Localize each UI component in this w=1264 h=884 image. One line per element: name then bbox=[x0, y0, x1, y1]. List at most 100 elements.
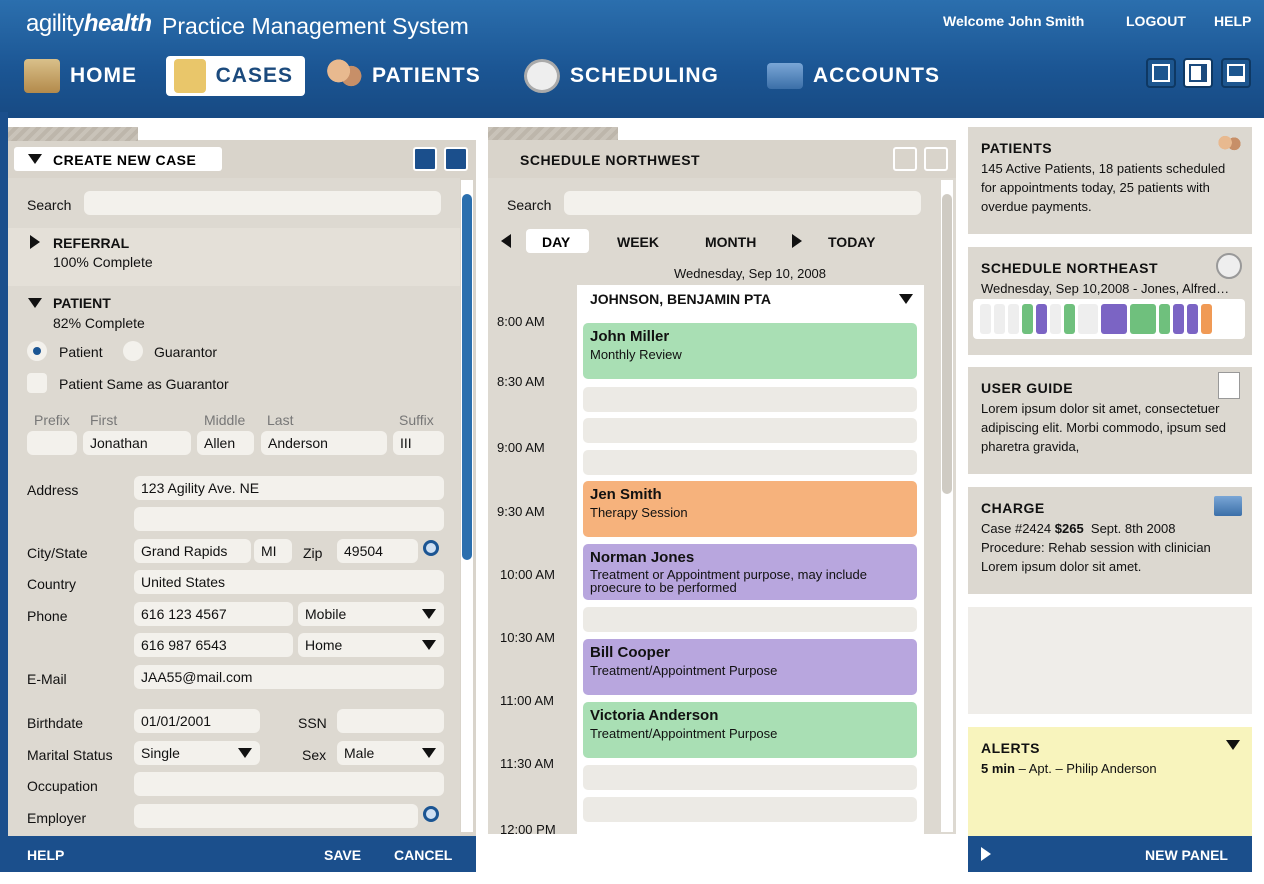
help-button[interactable]: HELP bbox=[27, 847, 64, 863]
empty-slot[interactable] bbox=[583, 450, 917, 475]
empty-slot[interactable] bbox=[583, 607, 917, 632]
charge-card[interactable]: CHARGE Case #2424 $265 Sept. 8th 2008 Pr… bbox=[968, 487, 1252, 594]
maximize-icon[interactable] bbox=[893, 147, 917, 171]
next-arrow-icon[interactable] bbox=[792, 234, 802, 248]
clock-icon bbox=[524, 59, 560, 93]
left-edge bbox=[0, 112, 8, 872]
schedule-northeast-card[interactable]: SCHEDULE NORTHEAST Wednesday, Sep 10,200… bbox=[968, 247, 1252, 355]
patient-radio[interactable] bbox=[27, 341, 47, 361]
employer-input[interactable] bbox=[134, 804, 418, 828]
time-label: 9:30 AM bbox=[497, 504, 545, 519]
nav-home[interactable]: HOME bbox=[24, 56, 137, 96]
nav-patients[interactable]: PATIENTS bbox=[326, 56, 481, 96]
zip-input[interactable]: 49504 bbox=[337, 539, 418, 563]
maximize-icon[interactable] bbox=[413, 147, 437, 171]
first-name-input[interactable]: Jonathan bbox=[83, 431, 191, 455]
last-name-input[interactable]: Anderson bbox=[261, 431, 387, 455]
prev-arrow-icon[interactable] bbox=[501, 234, 511, 248]
birthdate-label: Birthdate bbox=[27, 715, 84, 731]
middle-name-input[interactable]: Allen bbox=[197, 431, 254, 455]
logout-link[interactable]: LOGOUT bbox=[1126, 13, 1186, 29]
timeline-slot bbox=[1036, 304, 1047, 334]
time-label: 11:00 AM bbox=[500, 693, 554, 708]
city-input[interactable]: Grand Rapids bbox=[134, 539, 251, 563]
sex-select[interactable]: Male bbox=[337, 741, 444, 765]
appointment-card[interactable]: Bill Cooper Treatment/Appointment Purpose bbox=[583, 639, 917, 695]
panel-title-tab[interactable]: CREATE NEW CASE bbox=[14, 147, 222, 171]
nav-scheduling[interactable]: SCHEDULING bbox=[524, 56, 719, 96]
welcome-text: Welcome John Smith bbox=[943, 13, 1085, 29]
close-icon[interactable] bbox=[924, 147, 948, 171]
schedule-search-input[interactable] bbox=[564, 191, 921, 215]
appointment-card[interactable]: Victoria Anderson Treatment/Appointment P… bbox=[583, 702, 917, 758]
tab-week[interactable]: WEEK bbox=[617, 234, 659, 250]
appointment-card[interactable]: Norman Jones Treatment or Appointment pur… bbox=[583, 544, 917, 600]
time-label: 8:00 AM bbox=[497, 314, 545, 329]
help-link[interactable]: HELP bbox=[1214, 13, 1251, 29]
email-label: E-Mail bbox=[27, 671, 67, 687]
layout-single-button[interactable] bbox=[1146, 58, 1176, 88]
today-button[interactable]: TODAY bbox=[828, 234, 875, 250]
panel-tab bbox=[488, 127, 618, 141]
referral-status: 100% Complete bbox=[53, 254, 153, 270]
app-logo: agilityhealth bbox=[26, 10, 152, 37]
provider-name: JOHNSON, BENJAMIN PTA bbox=[590, 291, 771, 307]
alerts-card[interactable]: ALERTS 5 min – Apt. – Philip Anderson bbox=[968, 727, 1252, 836]
schedule-scrollbar-thumb[interactable] bbox=[942, 194, 952, 494]
schedule-search-label: Search bbox=[507, 197, 552, 213]
time-label: 12:00 PM bbox=[500, 822, 556, 834]
email-input[interactable]: JAA55@mail.com bbox=[134, 665, 444, 689]
close-icon[interactable] bbox=[444, 147, 468, 171]
last-header: Last bbox=[267, 412, 294, 428]
provider-dropdown-icon[interactable] bbox=[899, 294, 913, 304]
birthdate-input[interactable]: 01/01/2001 bbox=[134, 709, 260, 733]
phone1-input[interactable]: 616 123 4567 bbox=[134, 602, 293, 626]
suffix-input[interactable]: III bbox=[393, 431, 444, 455]
ssn-input[interactable] bbox=[337, 709, 444, 733]
phone-label: Phone bbox=[27, 608, 68, 624]
timeline-slot bbox=[1173, 304, 1184, 334]
appointment-card[interactable]: John Miller Monthly Review bbox=[583, 323, 917, 379]
empty-slot[interactable] bbox=[583, 797, 917, 822]
timeline-slot bbox=[980, 304, 991, 334]
patients-card[interactable]: PATIENTS 145 Active Patients, 18 patient… bbox=[968, 127, 1252, 234]
alerts-dropdown-icon[interactable] bbox=[1226, 740, 1240, 750]
new-panel-button[interactable]: NEW PANEL bbox=[1145, 847, 1228, 863]
nav-cases[interactable]: CASES bbox=[166, 56, 305, 96]
cancel-button[interactable]: CANCEL bbox=[394, 847, 452, 863]
form-scrollbar-thumb[interactable] bbox=[462, 194, 472, 560]
address-line1-input[interactable]: 123 Agility Ave. NE bbox=[134, 476, 444, 500]
appointment-card[interactable]: Jen Smith Therapy Session bbox=[583, 481, 917, 537]
empty-slot[interactable] bbox=[583, 765, 917, 790]
play-arrow-icon[interactable] bbox=[981, 847, 991, 861]
state-input[interactable]: MI bbox=[254, 539, 292, 563]
country-input[interactable]: United States bbox=[134, 570, 444, 594]
house-icon bbox=[24, 59, 60, 93]
save-button[interactable]: SAVE bbox=[324, 847, 361, 863]
search-icon[interactable] bbox=[423, 806, 439, 822]
empty-slot[interactable] bbox=[583, 387, 917, 412]
same-as-guarantor-checkbox[interactable] bbox=[27, 373, 47, 393]
layout-double-button[interactable] bbox=[1183, 58, 1213, 88]
user-guide-card[interactable]: USER GUIDE Lorem ipsum dolor sit amet, c… bbox=[968, 367, 1252, 474]
phone2-type-select[interactable]: Home bbox=[298, 633, 444, 657]
empty-slot[interactable] bbox=[583, 418, 917, 443]
empty-panel-slot bbox=[968, 607, 1252, 714]
nav-accounts[interactable]: ACCOUNTS bbox=[767, 56, 940, 96]
occupation-input[interactable] bbox=[134, 772, 444, 796]
prefix-input[interactable] bbox=[27, 431, 77, 455]
guarantor-radio[interactable] bbox=[123, 341, 143, 361]
city-state-label: City/State bbox=[27, 545, 88, 561]
phone1-type-select[interactable]: Mobile bbox=[298, 602, 444, 626]
tab-day[interactable]: DAY bbox=[526, 229, 589, 253]
time-label: 9:00 AM bbox=[497, 440, 545, 455]
layout-rows-button[interactable] bbox=[1221, 58, 1251, 88]
address-line2-input[interactable] bbox=[134, 507, 444, 531]
timeline-slot bbox=[1101, 304, 1127, 334]
phone2-input[interactable]: 616 987 6543 bbox=[134, 633, 293, 657]
search-icon[interactable] bbox=[423, 540, 439, 556]
search-input[interactable] bbox=[84, 191, 441, 215]
sex-label: Sex bbox=[302, 747, 327, 763]
tab-month[interactable]: MONTH bbox=[705, 234, 756, 250]
marital-select[interactable]: Single bbox=[134, 741, 260, 765]
